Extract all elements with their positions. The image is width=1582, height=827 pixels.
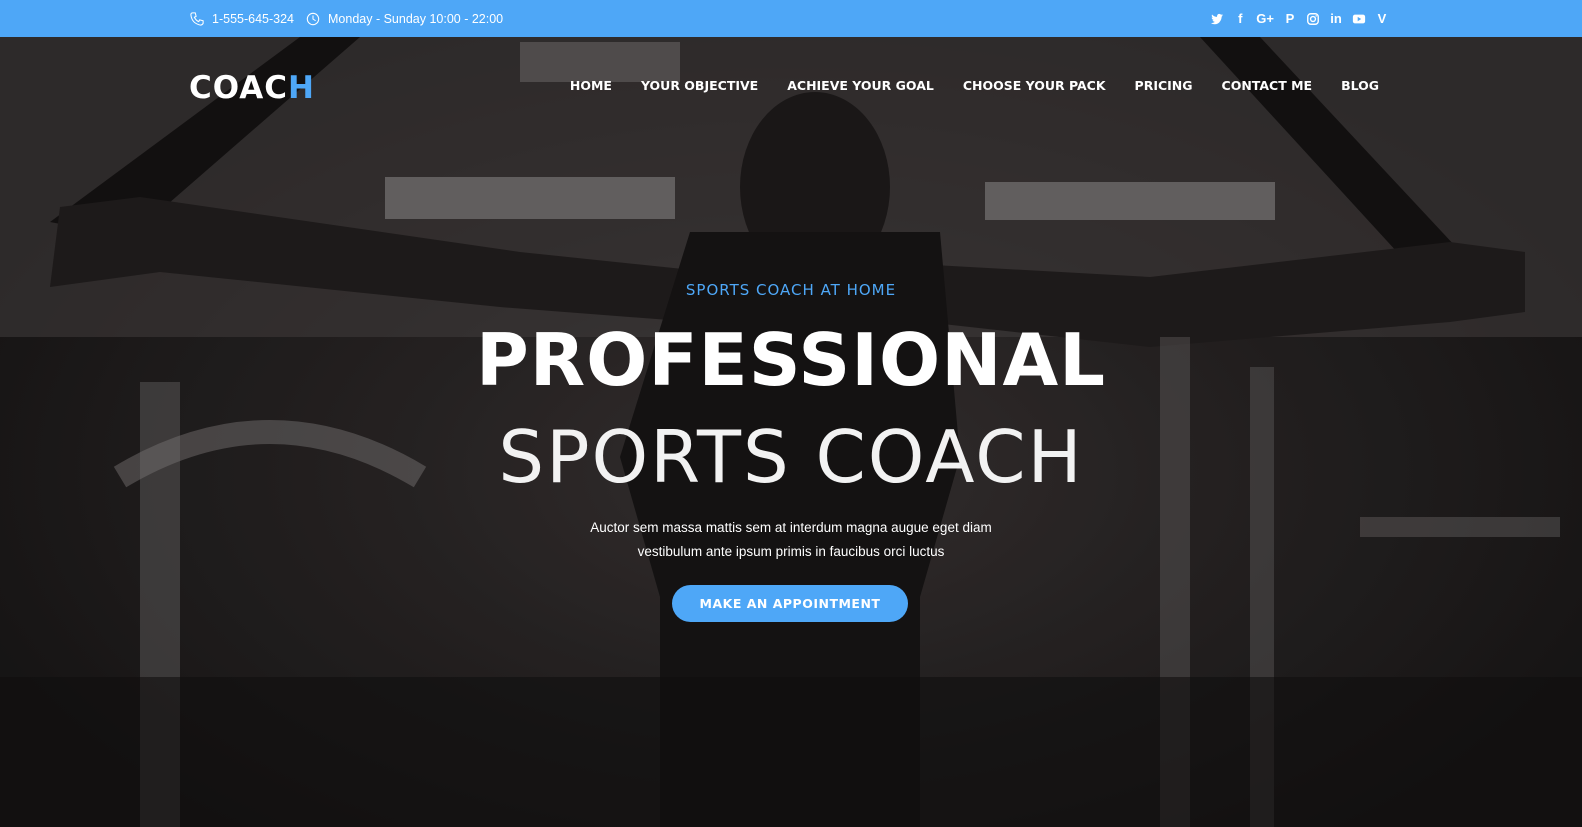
hero-title: PROFESSIONAL <box>475 318 1107 402</box>
contact-info: 1-555-645-324 Monday - Sunday 10:00 - 22… <box>190 0 503 37</box>
nav-home[interactable]: HOME <box>570 78 612 93</box>
hero-eyebrow: SPORTS COACH AT HOME <box>685 281 897 299</box>
hero-description-line-2: vestibulum ante ipsum primis in faucibus… <box>637 544 945 559</box>
twitter-icon[interactable] <box>1210 11 1224 27</box>
nav-achieve-your-goal[interactable]: ACHIEVE YOUR GOAL <box>787 78 934 93</box>
facebook-icon[interactable]: f <box>1233 11 1247 27</box>
youtube-icon[interactable] <box>1352 11 1366 27</box>
linkedin-icon[interactable]: in <box>1329 11 1343 27</box>
nav-contact-me[interactable]: CONTACT ME <box>1222 78 1313 93</box>
hero-section: COACH HOME YOUR OBJECTIVE ACHIEVE YOUR G… <box>0 37 1582 827</box>
make-appointment-button[interactable]: MAKE AN APPOINTMENT <box>672 585 908 622</box>
social-links: f G+ P in V <box>1210 0 1389 37</box>
logo-text: COAC <box>189 70 289 106</box>
phone-icon <box>190 11 204 26</box>
logo-accent-letter: H <box>288 70 315 106</box>
vine-icon[interactable]: V <box>1375 11 1389 27</box>
nav-your-objective[interactable]: YOUR OBJECTIVE <box>641 78 758 93</box>
hero-description: Auctor sem massa mattis sem at interdum … <box>541 516 1041 564</box>
clock-icon <box>306 12 320 26</box>
hero-subtitle: SPORTS COACH <box>498 415 1084 499</box>
top-bar: 1-555-645-324 Monday - Sunday 10:00 - 22… <box>0 0 1582 37</box>
hero-description-line-1: Auctor sem massa mattis sem at interdum … <box>590 520 992 535</box>
pinterest-icon[interactable]: P <box>1283 11 1297 27</box>
phone-number: 1-555-645-324 <box>212 11 295 26</box>
nav-blog[interactable]: BLOG <box>1341 78 1379 93</box>
opening-hours: Monday - Sunday 10:00 - 22:00 <box>328 11 504 26</box>
nav-pricing[interactable]: PRICING <box>1135 78 1193 93</box>
instagram-icon[interactable] <box>1306 11 1320 27</box>
nav-choose-your-pack[interactable]: CHOOSE YOUR PACK <box>963 78 1106 93</box>
site-logo[interactable]: COACH <box>189 70 315 106</box>
main-navigation: HOME YOUR OBJECTIVE ACHIEVE YOUR GOAL CH… <box>570 78 1379 93</box>
google-plus-icon[interactable]: G+ <box>1256 11 1274 27</box>
